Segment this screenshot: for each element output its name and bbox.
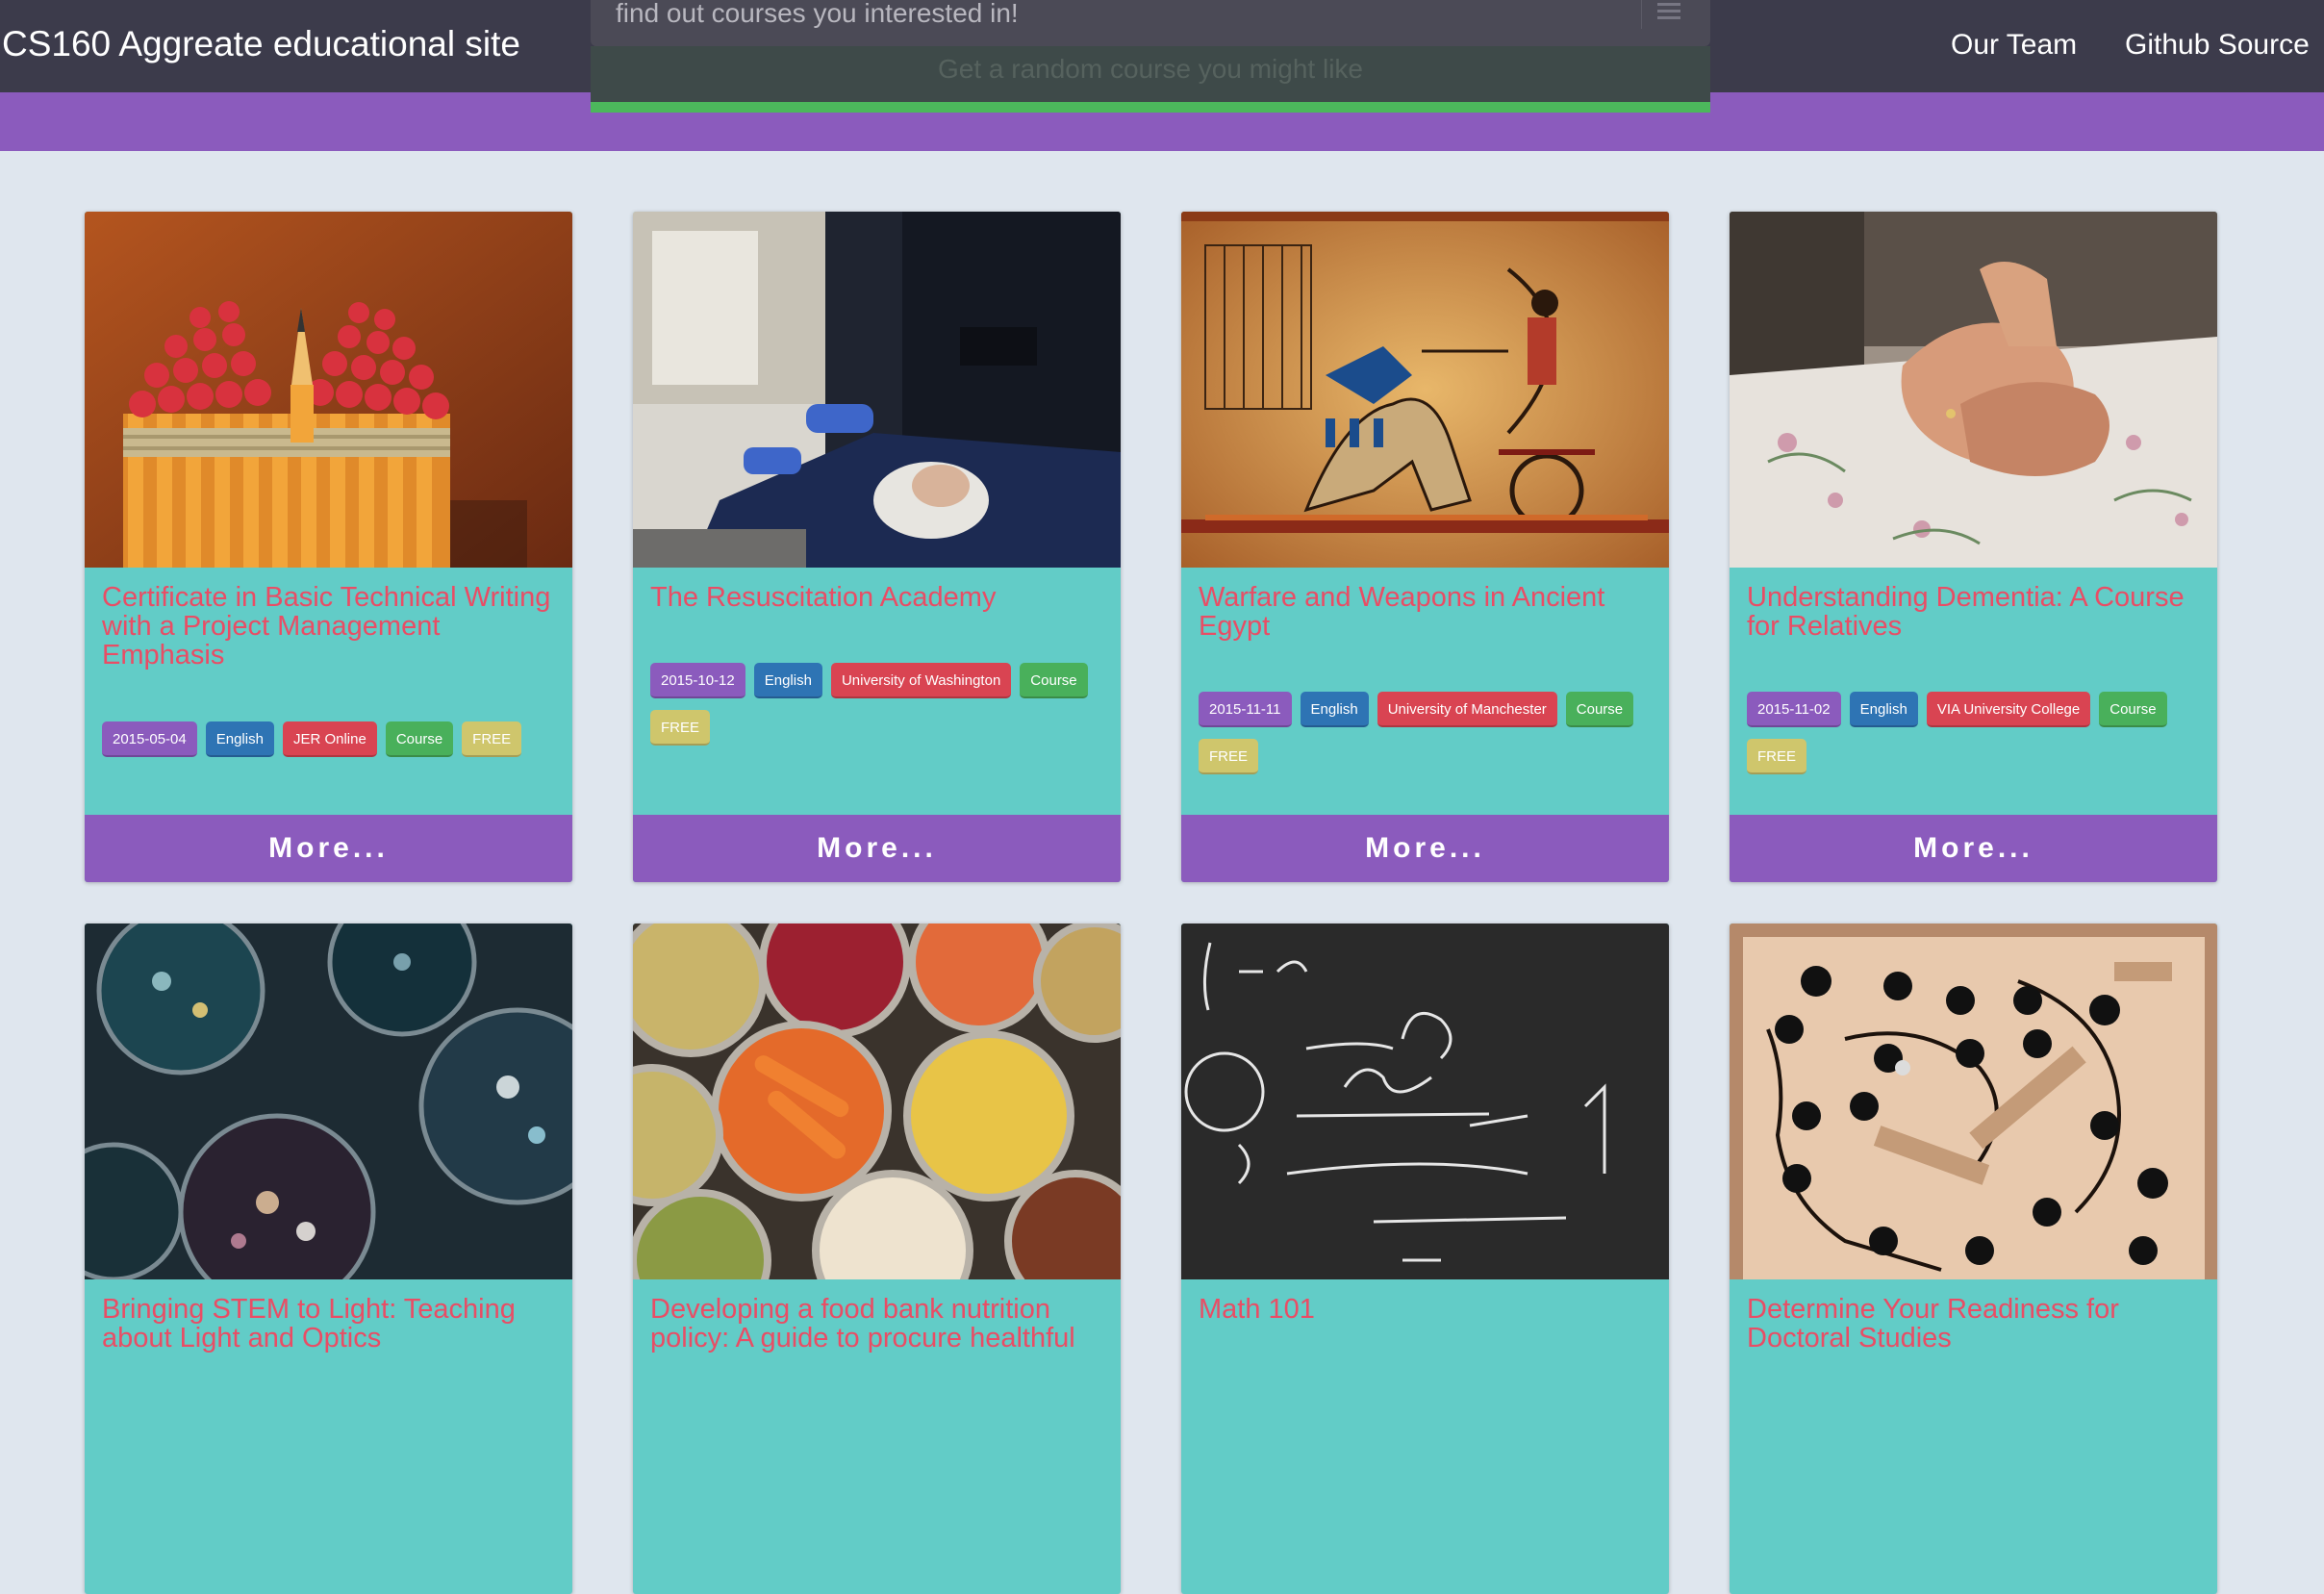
language-badge: English	[1300, 692, 1369, 727]
type-badge: Course	[1565, 692, 1634, 727]
random-course-button[interactable]: Get a random course you might like	[591, 46, 1710, 113]
course-image-wooden-maze[interactable]	[1730, 924, 2217, 1279]
course-tags: 2015-11-02 English VIA University Colleg…	[1747, 692, 2201, 774]
language-badge: English	[205, 721, 274, 757]
course-image-canned-food[interactable]	[633, 924, 1121, 1279]
course-title[interactable]: Math 101	[1199, 1295, 1651, 1324]
more-button[interactable]: More...	[1181, 815, 1669, 882]
site-brand[interactable]: CS160 Aggreate educational site	[2, 23, 520, 65]
date-badge: 2015-05-04	[102, 721, 197, 757]
provider-badge: University of Washington	[830, 663, 1012, 698]
course-image-lenses[interactable]	[85, 924, 572, 1279]
course-title[interactable]: Certificate in Basic Technical Writing w…	[102, 583, 554, 670]
provider-badge: University of Manchester	[1377, 692, 1557, 727]
course-tags: 2015-11-11 English University of Manches…	[1199, 692, 1653, 774]
course-image-cpr-training[interactable]	[633, 212, 1121, 568]
nav-our-team[interactable]: Our Team	[1951, 27, 2077, 63]
type-badge: Course	[2099, 692, 2167, 727]
course-image-holding-hands[interactable]	[1730, 212, 2217, 568]
course-card: Determine Your Readiness for Doctoral St…	[1730, 924, 2217, 1594]
course-tags: 2015-05-04 English JER Online Course FRE…	[102, 721, 556, 757]
date-badge: 2015-11-11	[1199, 692, 1292, 727]
course-title[interactable]: Warfare and Weapons in Ancient Egypt	[1199, 583, 1651, 641]
course-image-chalkboard-math[interactable]	[1181, 924, 1669, 1279]
language-badge: English	[1849, 692, 1918, 727]
course-card: Developing a food bank nutrition policy:…	[633, 924, 1121, 1594]
more-button[interactable]: More...	[1730, 815, 2217, 882]
course-image-pencils[interactable]	[85, 212, 572, 568]
price-badge: FREE	[462, 721, 522, 757]
provider-badge: VIA University College	[1926, 692, 2091, 727]
provider-badge: JER Online	[282, 721, 377, 757]
type-badge: Course	[1020, 663, 1088, 698]
course-card: Math 101	[1181, 924, 1669, 1594]
search-area: Get a random course you might like	[591, 0, 1710, 113]
price-badge: FREE	[650, 710, 711, 746]
menu-icon[interactable]	[1641, 0, 1686, 29]
course-title[interactable]: Determine Your Readiness for Doctoral St…	[1747, 1295, 2199, 1353]
price-badge: FREE	[1199, 739, 1259, 774]
more-button[interactable]: More...	[85, 815, 572, 882]
price-badge: FREE	[1747, 739, 1807, 774]
course-tags: 2015-10-12 English University of Washing…	[650, 663, 1104, 746]
course-title[interactable]: Developing a food bank nutrition policy:…	[650, 1295, 1102, 1353]
type-badge: Course	[385, 721, 454, 757]
course-title[interactable]: The Resuscitation Academy	[650, 583, 1102, 612]
course-title[interactable]: Bringing STEM to Light: Teaching about L…	[102, 1295, 554, 1353]
course-image-egyptian-papyrus[interactable]	[1181, 212, 1669, 568]
search-input[interactable]	[616, 0, 1616, 33]
language-badge: English	[753, 663, 822, 698]
course-title[interactable]: Understanding Dementia: A Course for Rel…	[1747, 583, 2199, 641]
course-card: Bringing STEM to Light: Teaching about L…	[85, 924, 572, 1594]
date-badge: 2015-10-12	[650, 663, 745, 698]
more-button[interactable]: More...	[633, 815, 1121, 882]
course-card: Understanding Dementia: A Course for Rel…	[1730, 212, 2217, 882]
search-box	[591, 0, 1710, 46]
date-badge: 2015-11-02	[1747, 692, 1841, 727]
course-card: Certificate in Basic Technical Writing w…	[85, 212, 572, 882]
nav-github-source[interactable]: Github Source	[2125, 27, 2310, 63]
course-card: Warfare and Weapons in Ancient Egypt 201…	[1181, 212, 1669, 882]
course-card: The Resuscitation Academy 2015-10-12 Eng…	[633, 212, 1121, 882]
